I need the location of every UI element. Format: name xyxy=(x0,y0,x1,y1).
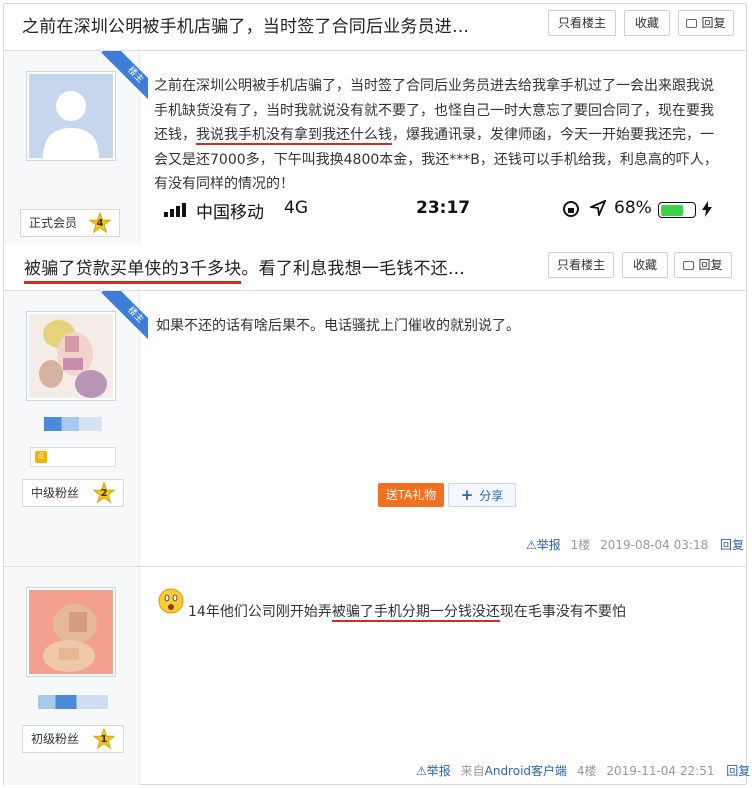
member-level: 中级粉丝 2 xyxy=(22,479,124,507)
warning-icon: ⚠ xyxy=(416,764,427,778)
thread-header-1: 之前在深圳公明被手机店骗了，当时签了合同后业务员进… 只看楼主 收藏 回复 xyxy=(4,4,746,44)
level-number: 2 xyxy=(100,488,108,499)
favorite-button[interactable]: 收藏 xyxy=(624,10,670,36)
rotation-lock-icon xyxy=(562,200,580,223)
level-number: 4 xyxy=(96,218,104,229)
report-label: 举报 xyxy=(426,764,451,778)
charging-bolt-icon xyxy=(702,201,712,222)
post-meta-2: ⚠举报 1楼 2019-08-04 03:18 回复 xyxy=(526,536,744,553)
post-text-part: 14年他们公司刚开始弄 xyxy=(188,604,332,620)
floor-number: 1楼 xyxy=(570,538,591,552)
thread-title-highlight: 被骗了贷款买单侠的3千多块 xyxy=(24,259,242,284)
reply-button[interactable]: 回复 xyxy=(678,10,734,36)
member-level-label: 中级粉丝 xyxy=(31,486,80,500)
signal-icon xyxy=(164,202,190,217)
only-op-button[interactable]: 只看楼主 xyxy=(548,10,616,36)
post-time: 2019-11-04 22:51 xyxy=(606,764,715,778)
location-arrow-icon xyxy=(587,199,607,221)
avatar[interactable] xyxy=(26,587,116,677)
post-text-highlight: 我说我手机没有拿到我还什么钱 xyxy=(196,127,392,145)
reply-link[interactable]: 回复 xyxy=(726,764,750,778)
post-content-3: 14年他们公司刚开始弄被骗了手机分期一分钱没还现在毛事没有不要怕 xyxy=(188,600,728,625)
post-content-1: 之前在深圳公明被手机店骗了，当时签了合同后业务员进去给我拿手机过了一会出来跟我说… xyxy=(154,74,724,197)
thread-title-1[interactable]: 之前在深圳公明被手机店骗了，当时签了合同后业务员进… xyxy=(22,12,469,37)
thread-title-2[interactable]: 被骗了贷款买单侠的3千多块。看了利息我想一毛钱不还… xyxy=(24,254,466,284)
clock-time: 23:17 xyxy=(416,198,471,218)
share-label: 分享 xyxy=(479,489,504,503)
network-type: 4G xyxy=(284,198,308,218)
level-star-icon: 4 xyxy=(88,211,112,234)
reply-button-label: 回复 xyxy=(701,16,726,30)
post-content-2: 如果不还的话有啥后果不。电话骚扰上门催收的就别说了。 xyxy=(156,318,520,334)
battery-icon xyxy=(658,202,696,218)
post-meta-3: ⚠举报 来自Android客户端 4楼 2019-11-04 22:51 回复 xyxy=(416,762,750,779)
share-button[interactable]: + 分享 xyxy=(448,483,516,507)
battery-percent: 68% xyxy=(614,198,652,218)
surprised-emoji-icon xyxy=(158,588,184,614)
level-number: 1 xyxy=(100,734,108,745)
member-level: 初级粉丝 1 xyxy=(22,725,124,753)
send-gift-button[interactable]: 送TA礼物 xyxy=(378,483,444,507)
reply-button-label: 回复 xyxy=(698,258,723,272)
page-frame: 之前在深圳公明被手机店骗了，当时签了合同后业务员进… 只看楼主 收藏 回复 正式… xyxy=(3,3,750,785)
level-star-icon: 1 xyxy=(92,727,116,750)
thread-title-rest: 。看了利息我想一毛钱不还… xyxy=(241,259,466,279)
author-column-3: 初级粉丝 1 xyxy=(4,567,140,785)
source-link[interactable]: Android客户端 xyxy=(485,764,567,778)
level-star-icon: 2 xyxy=(92,481,116,504)
carrier-name: 中国移动 xyxy=(196,203,264,223)
username-blurred[interactable] xyxy=(44,417,102,431)
floor-number: 4楼 xyxy=(576,764,597,778)
report-label: 举报 xyxy=(536,538,561,552)
op-badge-label: 楼主 xyxy=(101,51,148,99)
favorite-button[interactable]: 收藏 xyxy=(622,252,668,278)
member-level-label: 正式会员 xyxy=(29,216,78,230)
leo-icon: ♌ xyxy=(35,451,47,463)
op-badge-label: 楼主 xyxy=(101,291,148,339)
share-plus-icon: + xyxy=(460,486,474,504)
source-prefix: 来自 xyxy=(460,764,485,778)
member-level: 正式会员 4 xyxy=(20,209,120,237)
user-photo-avatar xyxy=(29,590,113,674)
reply-link[interactable]: 回复 xyxy=(720,538,744,552)
post-text-highlight: 被骗了手机分期一分钱没还 xyxy=(331,604,500,622)
op-badge: 楼主 xyxy=(100,291,148,339)
post-text-part: 现在毛事没有不要怕 xyxy=(499,604,626,620)
thread-header-2: 被骗了贷款买单侠的3千多块。看了利息我想一毛钱不还… 只看楼主 收藏 回复 xyxy=(4,246,746,286)
report-link[interactable]: ⚠举报 xyxy=(416,764,451,778)
comment-icon xyxy=(686,19,698,28)
reply-button[interactable]: 回复 xyxy=(674,252,732,278)
op-badge: 楼主 xyxy=(100,51,148,99)
zodiac-badge: ♌ xyxy=(30,447,116,467)
comment-icon xyxy=(683,261,695,270)
warning-icon: ⚠ xyxy=(526,538,537,552)
post-time: 2019-08-04 03:18 xyxy=(600,538,709,552)
username-blurred[interactable] xyxy=(38,695,108,709)
report-link[interactable]: ⚠举报 xyxy=(526,538,561,552)
phone-status-bar: 中国移动 4G 23:17 68% xyxy=(164,194,724,224)
member-level-label: 初级粉丝 xyxy=(31,732,80,746)
only-op-button[interactable]: 只看楼主 xyxy=(548,252,614,278)
